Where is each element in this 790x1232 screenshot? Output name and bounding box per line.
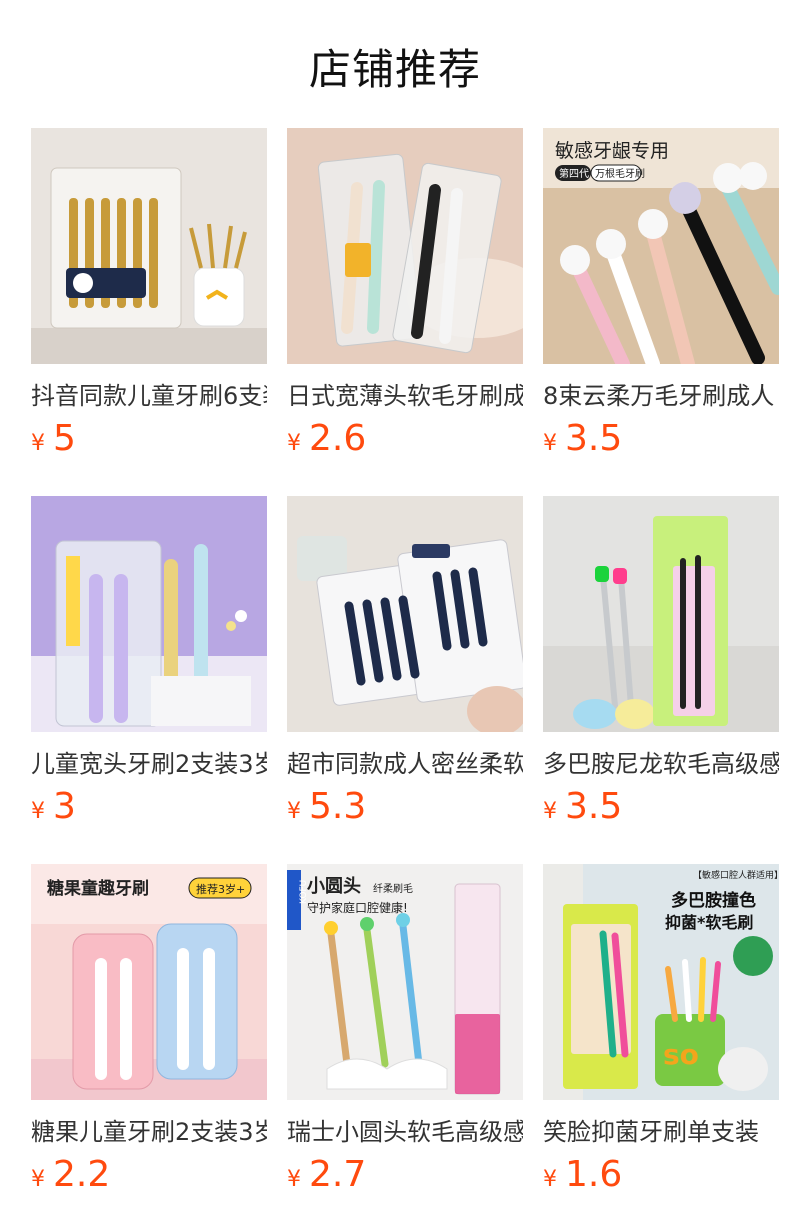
currency-symbol: ¥	[31, 1167, 45, 1192]
price-value: 2.6	[309, 418, 367, 459]
product-name[interactable]: 糖果儿童牙刷2支装3岁	[31, 1114, 267, 1150]
image-badge: 推荐3岁+	[196, 882, 245, 896]
image-headline: 敏感牙龈专用	[555, 140, 669, 162]
product-name[interactable]: 瑞士小圆头软毛高级感	[287, 1114, 523, 1150]
price-value: 2.7	[309, 1154, 367, 1195]
image-tag: 【敏感口腔人群适用】	[693, 869, 779, 881]
currency-symbol: ¥	[287, 431, 301, 456]
product-price: ¥2.6	[287, 416, 366, 462]
supermarket-toothbrush-image[interactable]	[287, 496, 523, 732]
image-headline: 糖果童趣牙刷	[47, 878, 149, 899]
svg-text:so: so	[663, 1038, 699, 1071]
currency-symbol: ¥	[31, 799, 45, 824]
image-sub: 抑菌*软毛刷	[665, 913, 753, 932]
product-price: ¥5.3	[287, 784, 366, 830]
product-name[interactable]: 超市同款成人密丝柔软	[287, 746, 523, 782]
candy-kids-toothbrush-image[interactable]: 糖果童趣牙刷 推荐3岁+	[31, 864, 267, 1100]
price-value: 5	[53, 418, 76, 459]
product-name[interactable]: 笑脸抑菌牙刷单支装	[543, 1114, 779, 1150]
image-sub: 万根毛牙刷	[595, 167, 645, 180]
product-price: ¥5	[31, 416, 76, 462]
product-name[interactable]: 8束云柔万毛牙刷成人	[543, 378, 779, 414]
product-price: ¥3.5	[543, 416, 622, 462]
product-name[interactable]: 日式宽薄头软毛牙刷成人	[287, 378, 523, 414]
currency-symbol: ¥	[543, 431, 557, 456]
product-price: ¥2.7	[287, 1152, 366, 1198]
kids-wide-head-toothbrush-image[interactable]	[31, 496, 267, 732]
currency-symbol: ¥	[287, 799, 301, 824]
dopamine-toothbrush-image[interactable]	[543, 496, 779, 732]
product-name[interactable]: 抖音同款儿童牙刷6支装	[31, 378, 267, 414]
product-price: ¥3	[31, 784, 76, 830]
japanese-toothbrush-pack-image[interactable]	[287, 128, 523, 364]
price-value: 5.3	[309, 786, 367, 827]
smiley-antibacterial-toothbrush-image[interactable]: 【敏感口腔人群适用】 多巴胺撞色 抑菌*软毛刷 so	[543, 864, 779, 1100]
price-value: 3.5	[565, 786, 623, 827]
image-headline: 小圆头	[307, 876, 361, 897]
price-value: 1.6	[565, 1154, 623, 1195]
price-value: 3.5	[565, 418, 623, 459]
image-badge: 第四代	[559, 167, 589, 180]
currency-symbol: ¥	[287, 1167, 301, 1192]
price-value: 2.2	[53, 1154, 111, 1195]
price-value: 3	[53, 786, 76, 827]
currency-symbol: ¥	[543, 1167, 557, 1192]
page-title: 店铺推荐	[308, 45, 481, 94]
product-price: ¥1.6	[543, 1152, 622, 1198]
image-sub: 守护家庭口腔健康!	[307, 900, 408, 915]
currency-symbol: ¥	[31, 431, 45, 456]
image-tag: 纤柔刷毛	[373, 882, 413, 895]
cloud-toothbrush-image[interactable]: 敏感牙龈专用 第四代 万根毛牙刷	[543, 128, 779, 364]
product-price: ¥2.2	[31, 1152, 110, 1198]
product-name[interactable]: 多巴胺尼龙软毛高级感	[543, 746, 779, 782]
image-headline: 多巴胺撞色	[671, 890, 756, 911]
kids-toothbrush-pack-image[interactable]	[31, 128, 267, 364]
swiss-round-head-toothbrush-image[interactable]: KOFU 小圆头 纤柔刷毛 守护家庭口腔健康!	[287, 864, 523, 1100]
product-name[interactable]: 儿童宽头牙刷2支装3岁	[31, 746, 267, 782]
product-price: ¥3.5	[543, 784, 622, 830]
currency-symbol: ¥	[543, 799, 557, 824]
